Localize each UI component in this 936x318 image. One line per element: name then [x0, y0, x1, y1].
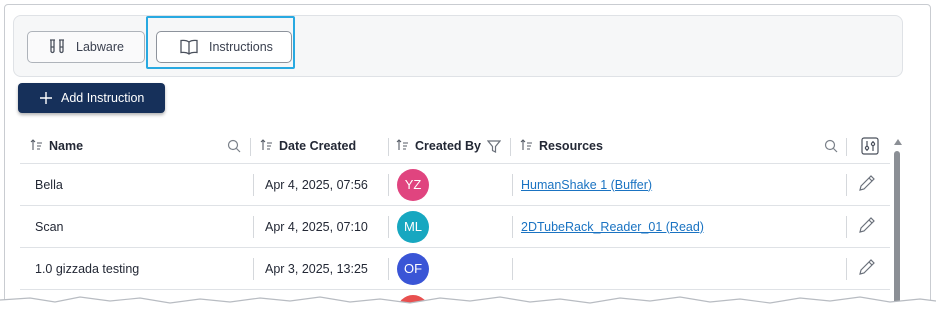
instructions-table: Name Date Created Created By Resources B… [20, 129, 890, 313]
row-divider [253, 216, 254, 238]
column-divider [846, 138, 847, 156]
filter-icon[interactable] [487, 129, 501, 163]
cell-created-by: ML [397, 206, 429, 247]
cell-resources: HumanShake 1 (Buffer) [521, 164, 652, 205]
scroll-up-arrow-icon[interactable] [893, 133, 903, 151]
tab-instructions[interactable]: Instructions [156, 31, 292, 63]
column-header-date-created[interactable]: Date Created [260, 129, 356, 163]
tab-instructions-label: Instructions [209, 40, 273, 54]
row-divider [846, 258, 847, 280]
column-settings-icon[interactable] [861, 129, 879, 163]
tab-labware[interactable]: Labware [27, 31, 145, 63]
column-label-resources: Resources [539, 139, 603, 153]
row-divider [388, 174, 389, 196]
open-book-icon [179, 39, 199, 55]
cell-name: Bella [35, 177, 63, 192]
resources-search-icon[interactable] [824, 129, 838, 163]
table-row[interactable]: Bella Apr 4, 2025, 07:56 YZ HumanShake 1… [20, 163, 890, 205]
avatar: YZ [397, 168, 429, 201]
row-divider [253, 258, 254, 280]
add-instruction-label: Add Instruction [61, 91, 145, 105]
table-row[interactable]: 1.0 gizzada testing Apr 3, 2025, 13:25 O… [20, 247, 890, 289]
instructions-panel: Labware Instructions Add Instruction Nam… [4, 4, 931, 314]
pencil-icon [857, 257, 877, 280]
torn-edge [0, 296, 936, 318]
row-divider [512, 258, 513, 280]
column-divider [388, 138, 389, 156]
row-divider [388, 216, 389, 238]
column-header-name[interactable]: Name [30, 129, 83, 163]
cell-name: Scan [35, 219, 64, 234]
cell-date-created: Apr 4, 2025, 07:56 [265, 177, 368, 192]
row-divider [846, 174, 847, 196]
cell-date-created: Apr 3, 2025, 13:25 [265, 261, 368, 276]
edit-button[interactable] [857, 164, 877, 205]
column-header-created-by[interactable]: Created By [396, 129, 481, 163]
cell-created-by: YZ [397, 164, 429, 205]
plus-icon [40, 92, 52, 104]
row-divider [253, 174, 254, 196]
pencil-icon [857, 215, 877, 238]
table-row[interactable]: Scan Apr 4, 2025, 07:10 ML 2DTubeRack_Re… [20, 205, 890, 247]
sort-icon[interactable] [30, 138, 43, 154]
column-label-name: Name [49, 139, 84, 153]
scrollbar-thumb[interactable] [894, 151, 900, 311]
avatar: OF [397, 252, 429, 285]
sort-icon[interactable] [396, 138, 409, 154]
column-label-date-created: Date Created [279, 139, 357, 153]
cell-date-created: Apr 4, 2025, 07:10 [265, 219, 368, 234]
table-header: Name Date Created Created By Resources [20, 129, 890, 163]
tab-labware-label: Labware [76, 40, 124, 54]
sort-icon[interactable] [260, 138, 273, 154]
cell-resources: 2DTubeRack_Reader_01 (Read) [521, 206, 704, 247]
resource-link[interactable]: 2DTubeRack_Reader_01 (Read) [521, 220, 704, 234]
column-divider [250, 138, 251, 156]
column-divider [510, 138, 511, 156]
add-instruction-button[interactable]: Add Instruction [18, 83, 165, 113]
edit-button[interactable] [857, 248, 877, 289]
avatar: ML [397, 210, 429, 243]
cell-name: 1.0 gizzada testing [35, 261, 140, 276]
edit-button[interactable] [857, 206, 877, 247]
row-divider [388, 258, 389, 280]
cell-created-by: OF [397, 248, 429, 289]
resource-link[interactable]: HumanShake 1 (Buffer) [521, 178, 652, 192]
row-divider [512, 174, 513, 196]
view-tabs: Labware Instructions [13, 15, 903, 77]
name-search-icon[interactable] [227, 129, 241, 163]
row-divider [512, 216, 513, 238]
vertical-scrollbar[interactable] [892, 133, 903, 311]
column-label-created-by: Created By [415, 139, 481, 153]
pencil-icon [857, 173, 877, 196]
test-tubes-icon [48, 39, 66, 55]
sort-icon[interactable] [520, 138, 533, 154]
column-header-resources[interactable]: Resources [520, 129, 603, 163]
row-divider [846, 216, 847, 238]
